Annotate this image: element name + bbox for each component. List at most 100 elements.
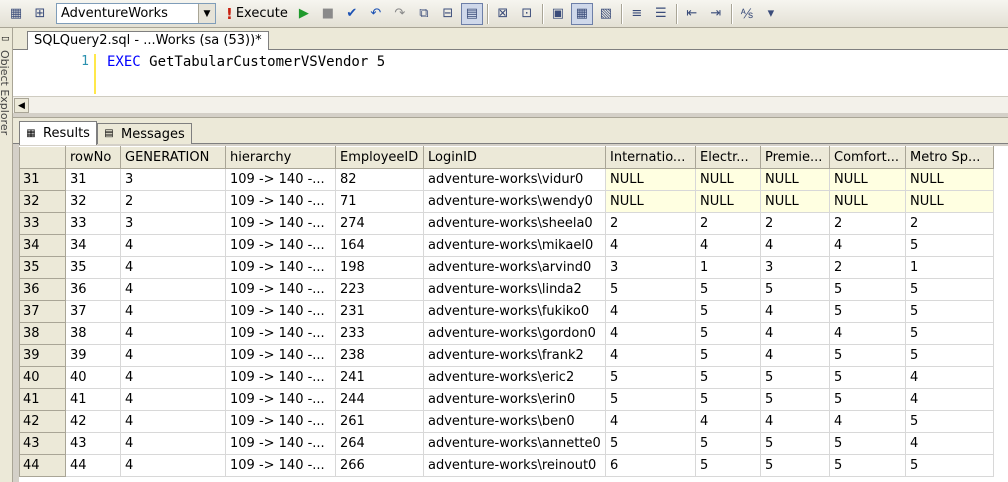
grid-cell[interactable]: 5 (905, 278, 994, 301)
grid-cell[interactable]: adventure-works\linda2 (423, 278, 606, 301)
client-statistics-icon[interactable]: ⊡ (516, 3, 538, 25)
grid-cell[interactable]: 2 (905, 212, 994, 235)
grid-cell[interactable]: 198 (335, 256, 424, 279)
grid-cell[interactable]: adventure-works\arvind0 (423, 256, 606, 279)
grid-cell[interactable]: 5 (829, 432, 906, 455)
grid-cell[interactable]: 5 (695, 344, 761, 367)
grid-cell[interactable]: 31 (65, 168, 121, 191)
grid-cell[interactable]: 109 -> 140 -... (225, 278, 336, 301)
grid-cell[interactable]: adventure-works\wendy0 (423, 190, 606, 213)
grid-cell[interactable]: 3 (120, 212, 226, 235)
table-row[interactable]: 38 38 4 109 -> 140 -... 233 adventure-works\g… (19, 322, 994, 345)
grid-cell[interactable]: 2 (829, 256, 906, 279)
grid-cell[interactable]: NULL (760, 190, 830, 213)
grid-cell[interactable]: 5 (695, 388, 761, 411)
grid-cell[interactable]: 261 (335, 410, 424, 433)
grid-cell[interactable]: 5 (829, 454, 906, 477)
specify-values-icon[interactable]: ⅍ (736, 3, 758, 25)
grid-cell[interactable]: 109 -> 140 -... (225, 190, 336, 213)
parse-check-icon[interactable]: ✔ (341, 3, 363, 25)
table-row[interactable]: 34 34 4 109 -> 140 -... 164 adventure-works\m… (19, 234, 994, 257)
query-designer-icon[interactable]: ⊟ (437, 3, 459, 25)
object-explorer-strip[interactable]: ▭ Object Explorer (0, 28, 13, 482)
tab-results[interactable]: ▦ Results (19, 121, 97, 145)
row-header[interactable]: 35 (19, 256, 66, 279)
grid-cell[interactable]: 4 (829, 410, 906, 433)
grid-cell[interactable]: 42 (65, 410, 121, 433)
grid-cell[interactable]: 4 (605, 322, 696, 345)
grid-cell[interactable]: 4 (760, 344, 830, 367)
scroll-left-icon[interactable]: ◀ (14, 98, 29, 113)
grid-cell[interactable]: 4 (905, 432, 994, 455)
grid-cell[interactable]: 4 (120, 432, 226, 455)
grid-cell[interactable]: 3 (120, 168, 226, 191)
grid-cell[interactable]: adventure-works\frank2 (423, 344, 606, 367)
increase-indent-icon[interactable]: ⇥ (705, 3, 727, 25)
grid-cell[interactable]: 241 (335, 366, 424, 389)
grid-cell[interactable]: 38 (65, 322, 121, 345)
grid-cell[interactable]: 41 (65, 388, 121, 411)
grid-cell[interactable]: 274 (335, 212, 424, 235)
grid-cell[interactable]: adventure-works\erin0 (423, 388, 606, 411)
grid-cell[interactable]: adventure-works\ben0 (423, 410, 606, 433)
grid-cell[interactable]: NULL (695, 190, 761, 213)
column-header[interactable]: Electr... (695, 146, 761, 169)
results-to-text-icon[interactable]: ▣ (547, 3, 569, 25)
grid-cell[interactable]: 5 (605, 366, 696, 389)
comment-lines-icon[interactable]: ≡ (626, 3, 648, 25)
table-row[interactable]: 44 44 4 109 -> 140 -... 266 adventure-works\r… (19, 454, 994, 477)
display-estimated-plan-icon[interactable]: ⧉ (413, 3, 435, 25)
cancel-query-icon[interactable]: ■ (317, 3, 339, 25)
column-header[interactable]: Internatio... (605, 146, 696, 169)
grid-cell[interactable]: 5 (829, 300, 906, 323)
code-line[interactable]: EXEC GetTabularCustomerVSVendor 5 (107, 54, 385, 70)
grid-cell[interactable]: 5 (905, 300, 994, 323)
results-grid-icon[interactable]: ▦ (570, 2, 593, 25)
grid-cell[interactable]: adventure-works\sheela0 (423, 212, 606, 235)
grid-cell[interactable]: 71 (335, 190, 424, 213)
grid-cell[interactable]: NULL (605, 168, 696, 191)
grid-cell[interactable]: 4 (120, 454, 226, 477)
undo-icon[interactable]: ↶ (365, 3, 387, 25)
grid-cell[interactable]: 4 (120, 256, 226, 279)
table-row[interactable]: 41 41 4 109 -> 140 -... 244 adventure-works\e… (19, 388, 994, 411)
grid-cell[interactable]: 2 (120, 190, 226, 213)
row-header[interactable]: 31 (19, 168, 66, 191)
object-explorer-icon[interactable]: ▦ (5, 3, 27, 25)
row-header[interactable]: 39 (19, 344, 66, 367)
row-header[interactable]: 33 (19, 212, 66, 235)
table-row[interactable]: 35 35 4 109 -> 140 -... 198 adventure-works\a… (19, 256, 994, 279)
grid-cell[interactable]: 4 (605, 410, 696, 433)
row-header[interactable]: 40 (19, 366, 66, 389)
grid-cell[interactable]: 4 (760, 234, 830, 257)
table-row[interactable]: 39 39 4 109 -> 140 -... 238 adventure-works\f… (19, 344, 994, 367)
grid-cell[interactable]: 6 (605, 454, 696, 477)
grid-cell[interactable]: 109 -> 140 -... (225, 168, 336, 191)
grid-cell[interactable]: 4 (605, 234, 696, 257)
grid-cell[interactable]: 5 (605, 388, 696, 411)
grid-cell[interactable]: 32 (65, 190, 121, 213)
table-row[interactable]: 32 32 2 109 -> 140 -... 71 adventure-works\we… (19, 190, 994, 213)
grid-cell[interactable]: 223 (335, 278, 424, 301)
table-row[interactable]: 36 36 4 109 -> 140 -... 223 adventure-works\l… (19, 278, 994, 301)
row-header[interactable]: 38 (19, 322, 66, 345)
grid-cell[interactable]: 5 (760, 366, 830, 389)
decrease-indent-icon[interactable]: ⇤ (681, 3, 703, 25)
grid-cell[interactable]: 5 (829, 366, 906, 389)
grid-cell[interactable]: 34 (65, 234, 121, 257)
grid-cell[interactable]: 109 -> 140 -... (225, 212, 336, 235)
redo-icon[interactable]: ↷ (389, 3, 411, 25)
grid-cell[interactable]: 231 (335, 300, 424, 323)
grid-cell[interactable]: 5 (905, 322, 994, 345)
table-row[interactable]: 37 37 4 109 -> 140 -... 231 adventure-works\f… (19, 300, 994, 323)
grid-cell[interactable]: 33 (65, 212, 121, 235)
row-header[interactable]: 32 (19, 190, 66, 213)
column-header[interactable]: EmployeeID (335, 146, 424, 169)
grid-cell[interactable]: 5 (829, 344, 906, 367)
grid-cell[interactable]: 109 -> 140 -... (225, 410, 336, 433)
grid-cell[interactable]: 5 (905, 344, 994, 367)
row-header[interactable]: 43 (19, 432, 66, 455)
grid-cell[interactable]: 37 (65, 300, 121, 323)
column-header[interactable]: hierarchy (225, 146, 336, 169)
grid-cell[interactable]: 4 (120, 278, 226, 301)
